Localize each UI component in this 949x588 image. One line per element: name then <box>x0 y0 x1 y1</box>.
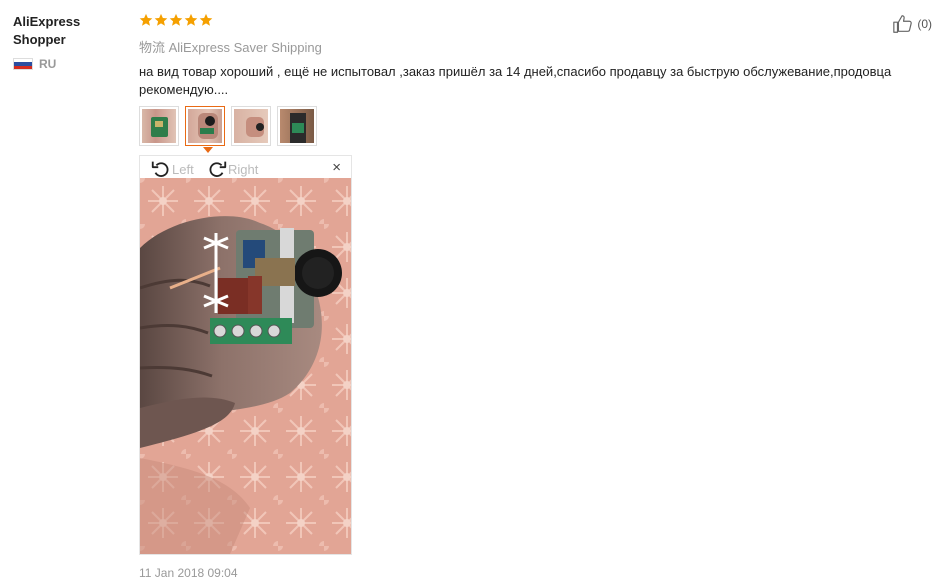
reviewer-info: AliExpress Shopper RU <box>13 13 123 71</box>
photo-hand-thumbnail <box>188 109 222 143</box>
star-icon <box>184 13 198 26</box>
thumbs-up-icon <box>893 15 913 33</box>
photo-board-thumbnail <box>142 109 176 143</box>
review-date: 11 Jan 2018 09:04 <box>139 566 238 580</box>
country-code: RU <box>39 57 57 71</box>
review-text: на вид товар хороший , ещё не испытовал … <box>139 64 892 97</box>
thumbnail-4[interactable] <box>277 106 317 146</box>
helpful-button[interactable]: (0) <box>892 13 932 35</box>
rotate-right-button[interactable]: Right <box>206 158 258 180</box>
thumbnail-3[interactable] <box>231 106 271 146</box>
product-photo-image <box>140 178 351 554</box>
review-body: 物流 AliExpress Saver Shipping на вид това… <box>139 13 939 97</box>
active-thumbnail-pointer <box>203 147 213 153</box>
thumbnail-1[interactable] <box>139 106 179 146</box>
reviewer-name: AliExpress Shopper <box>13 14 81 47</box>
star-icon <box>154 13 168 26</box>
rotate-left-button[interactable]: Left <box>150 158 194 180</box>
reviewer-country: RU <box>13 57 123 71</box>
star-icon <box>169 13 183 26</box>
rotate-right-icon <box>209 161 227 177</box>
star-icon <box>199 13 213 26</box>
photo-viewer: Left Right × <box>139 155 352 555</box>
shipping-method: 物流 AliExpress Saver Shipping <box>139 40 322 55</box>
photo-thumbnails <box>139 106 317 146</box>
rotate-left-label: Left <box>172 161 194 177</box>
photo-knob-thumbnail <box>234 109 268 143</box>
star-rating <box>139 13 939 31</box>
rotate-right-label: Right <box>228 161 259 177</box>
helpful-count: (0) <box>917 17 932 31</box>
review-photo <box>140 178 351 554</box>
russia-flag-icon <box>13 58 33 70</box>
rotate-left-icon <box>151 161 169 177</box>
close-viewer-button[interactable]: × <box>332 159 341 176</box>
thumbnail-2[interactable] <box>185 106 225 146</box>
star-icon <box>139 13 153 26</box>
photo-side-thumbnail <box>280 109 314 143</box>
viewer-toolbar: Left Right × <box>140 156 351 178</box>
